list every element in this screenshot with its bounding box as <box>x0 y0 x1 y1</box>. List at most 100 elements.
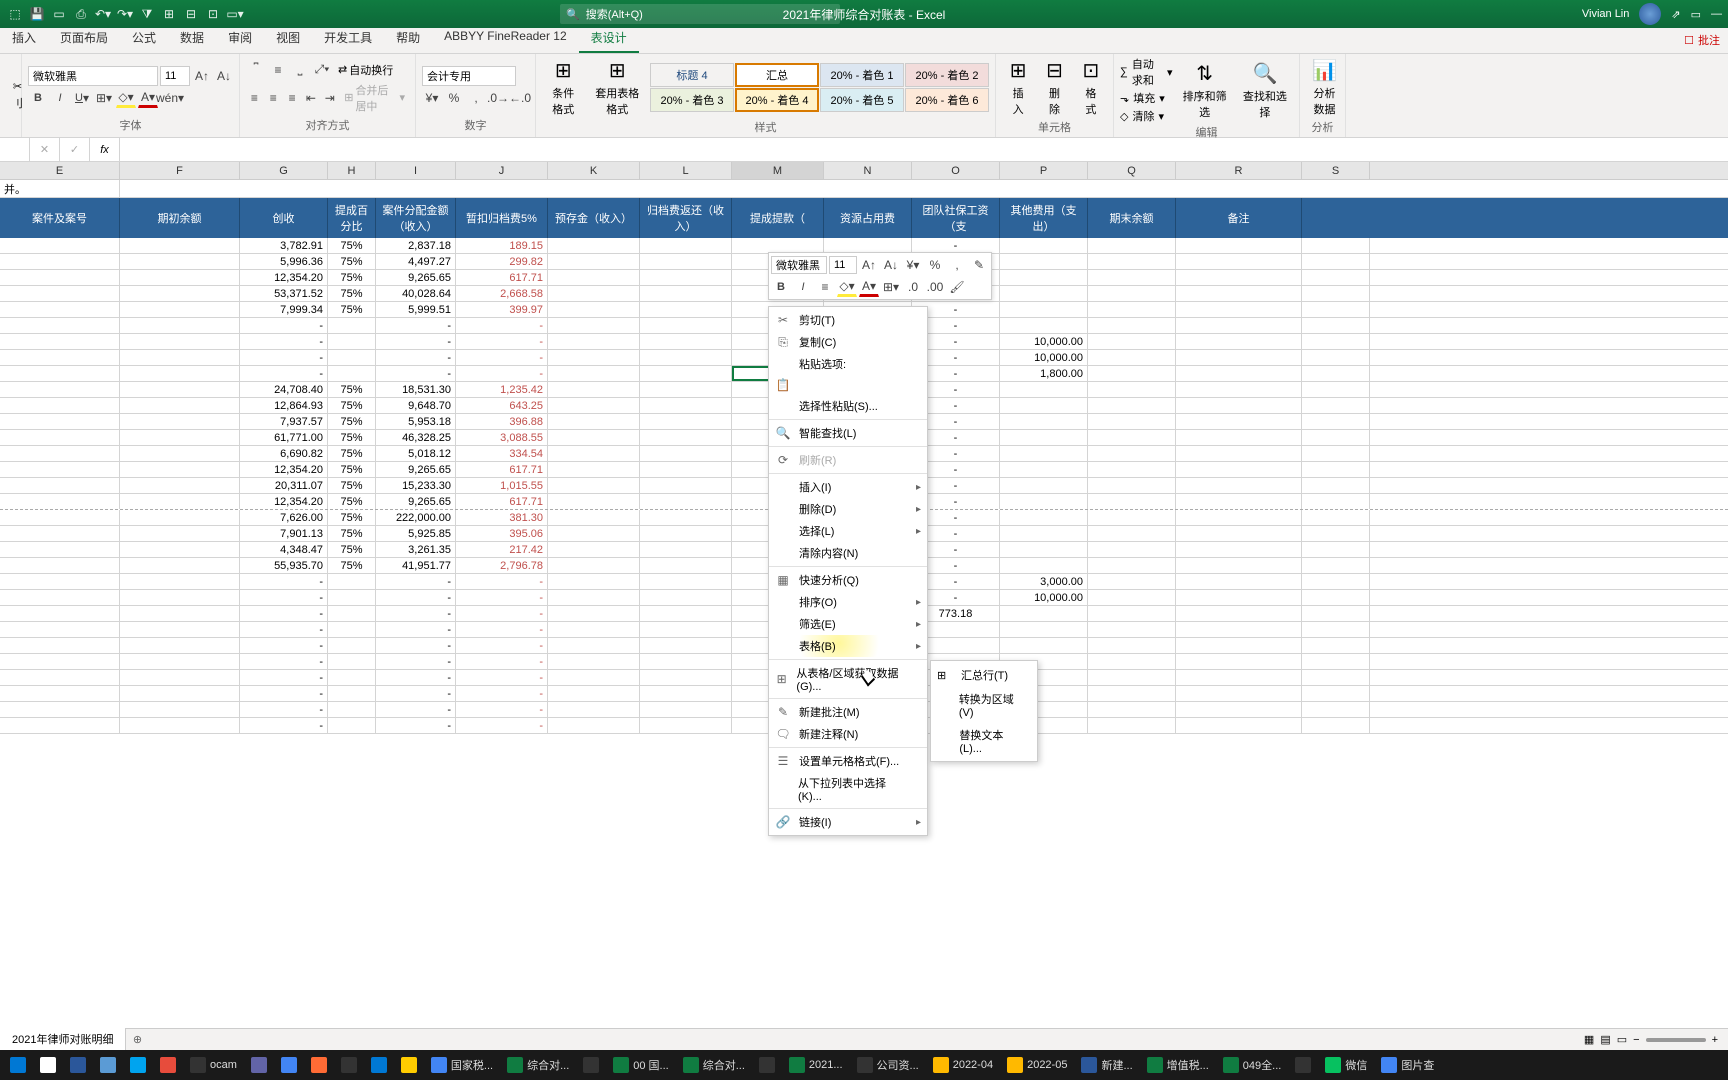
font-size-select[interactable]: 11 <box>160 66 190 86</box>
more-icon[interactable]: ▭▾ <box>226 5 244 23</box>
cell[interactable] <box>640 654 732 669</box>
cell[interactable] <box>120 558 240 573</box>
orientation-icon[interactable]: ⤢▾ <box>312 60 332 80</box>
cell[interactable] <box>732 238 824 253</box>
taskbar-item[interactable] <box>753 1052 781 1078</box>
cell[interactable]: - <box>456 686 548 701</box>
currency-icon[interactable]: ¥▾ <box>422 88 442 108</box>
cell[interactable] <box>1302 494 1370 509</box>
mini-font-name[interactable]: 微软雅黑 <box>771 256 827 274</box>
autosave-icon[interactable]: ⬚ <box>6 5 24 23</box>
cell[interactable] <box>640 670 732 685</box>
cell[interactable]: 617.71 <box>456 270 548 285</box>
mini-format-painter-icon[interactable]: 🖌 <box>947 277 967 297</box>
cell[interactable] <box>1176 558 1302 573</box>
zoom-out-icon[interactable]: − <box>1633 1034 1639 1046</box>
taskbar-item[interactable] <box>64 1052 92 1078</box>
cell[interactable] <box>640 686 732 701</box>
cell[interactable] <box>548 494 640 509</box>
cell[interactable]: - <box>376 318 456 333</box>
cell[interactable]: 299.82 <box>456 254 548 269</box>
cell[interactable]: - <box>456 670 548 685</box>
cell[interactable] <box>120 318 240 333</box>
cell[interactable]: - <box>240 670 328 685</box>
shrink-font-icon[interactable]: A↓ <box>214 66 234 86</box>
taskbar-item[interactable]: 新建... <box>1075 1052 1138 1078</box>
cell[interactable]: - <box>240 574 328 589</box>
cell[interactable] <box>1000 254 1088 269</box>
cell[interactable] <box>0 510 120 525</box>
cell[interactable] <box>1302 478 1370 493</box>
cell[interactable] <box>640 286 732 301</box>
cell[interactable] <box>0 430 120 445</box>
percent-icon[interactable]: % <box>444 88 464 108</box>
cell[interactable]: - <box>456 574 548 589</box>
cell[interactable]: 617.71 <box>456 462 548 477</box>
column-header[interactable]: R <box>1176 162 1302 179</box>
cell[interactable] <box>120 254 240 269</box>
cell[interactable] <box>1176 654 1302 669</box>
cell[interactable] <box>0 558 120 573</box>
formula-input[interactable] <box>120 138 1728 161</box>
align-right-icon[interactable]: ≡ <box>284 88 301 108</box>
cell[interactable] <box>120 414 240 429</box>
cell[interactable]: 10,000.00 <box>1000 350 1088 365</box>
column-header[interactable]: F <box>120 162 240 179</box>
mini-font-size[interactable]: 11 <box>829 256 857 274</box>
cell[interactable] <box>0 622 120 637</box>
cell[interactable]: 5,999.51 <box>376 302 456 317</box>
context-menu-item[interactable]: 选择(L)▸ <box>769 520 927 542</box>
cell[interactable] <box>1000 542 1088 557</box>
taskbar-item[interactable] <box>245 1052 273 1078</box>
ribbon-tab[interactable]: 帮助 <box>384 24 432 53</box>
cell[interactable]: 6,690.82 <box>240 446 328 461</box>
mini-grow-font-icon[interactable]: A↑ <box>859 255 879 275</box>
cell[interactable] <box>1302 622 1370 637</box>
cell[interactable] <box>1176 590 1302 605</box>
align-bottom-icon[interactable]: ⎵ <box>290 60 310 80</box>
cell[interactable] <box>1176 622 1302 637</box>
cell[interactable] <box>1176 462 1302 477</box>
column-header[interactable]: I <box>376 162 456 179</box>
user-name[interactable]: Vivian Lin <box>1582 8 1630 20</box>
cell[interactable] <box>1302 254 1370 269</box>
cell[interactable] <box>1176 350 1302 365</box>
cell[interactable] <box>548 718 640 733</box>
cell[interactable]: 75% <box>328 270 376 285</box>
cell[interactable] <box>1088 446 1176 461</box>
cell[interactable] <box>1088 382 1176 397</box>
cell[interactable]: - <box>376 638 456 653</box>
cell[interactable] <box>1088 366 1176 381</box>
name-box[interactable] <box>0 138 30 161</box>
cell[interactable] <box>1176 510 1302 525</box>
undo-icon[interactable]: ↶▾ <box>94 5 112 23</box>
cell[interactable] <box>640 718 732 733</box>
column-header[interactable]: G <box>240 162 328 179</box>
minimize-icon[interactable]: — <box>1711 8 1722 20</box>
context-menu-item[interactable]: ☰设置单元格格式(F)... <box>769 750 927 772</box>
cell[interactable] <box>1088 702 1176 717</box>
cell[interactable]: - <box>456 622 548 637</box>
cell[interactable] <box>0 462 120 477</box>
cell[interactable] <box>328 366 376 381</box>
cell[interactable] <box>640 622 732 637</box>
cell[interactable] <box>1302 510 1370 525</box>
taskbar-item[interactable] <box>395 1052 423 1078</box>
pivot-icon[interactable]: ⊟ <box>182 5 200 23</box>
cell[interactable] <box>548 430 640 445</box>
mini-shrink-font-icon[interactable]: A↓ <box>881 255 901 275</box>
cell[interactable] <box>328 622 376 637</box>
cell[interactable] <box>0 270 120 285</box>
cell[interactable] <box>1088 654 1176 669</box>
cell[interactable]: 189.15 <box>456 238 548 253</box>
cell[interactable]: 75% <box>328 446 376 461</box>
cell[interactable] <box>0 478 120 493</box>
cell[interactable]: 9,265.65 <box>376 270 456 285</box>
cell[interactable] <box>1302 574 1370 589</box>
indent-dec-icon[interactable]: ⇤ <box>303 88 320 108</box>
cell[interactable] <box>1088 622 1176 637</box>
taskbar-item[interactable] <box>365 1052 393 1078</box>
align-middle-icon[interactable]: ≡ <box>268 60 288 80</box>
cell[interactable]: 396.88 <box>456 414 548 429</box>
taskbar-item[interactable]: 049全... <box>1217 1052 1288 1078</box>
